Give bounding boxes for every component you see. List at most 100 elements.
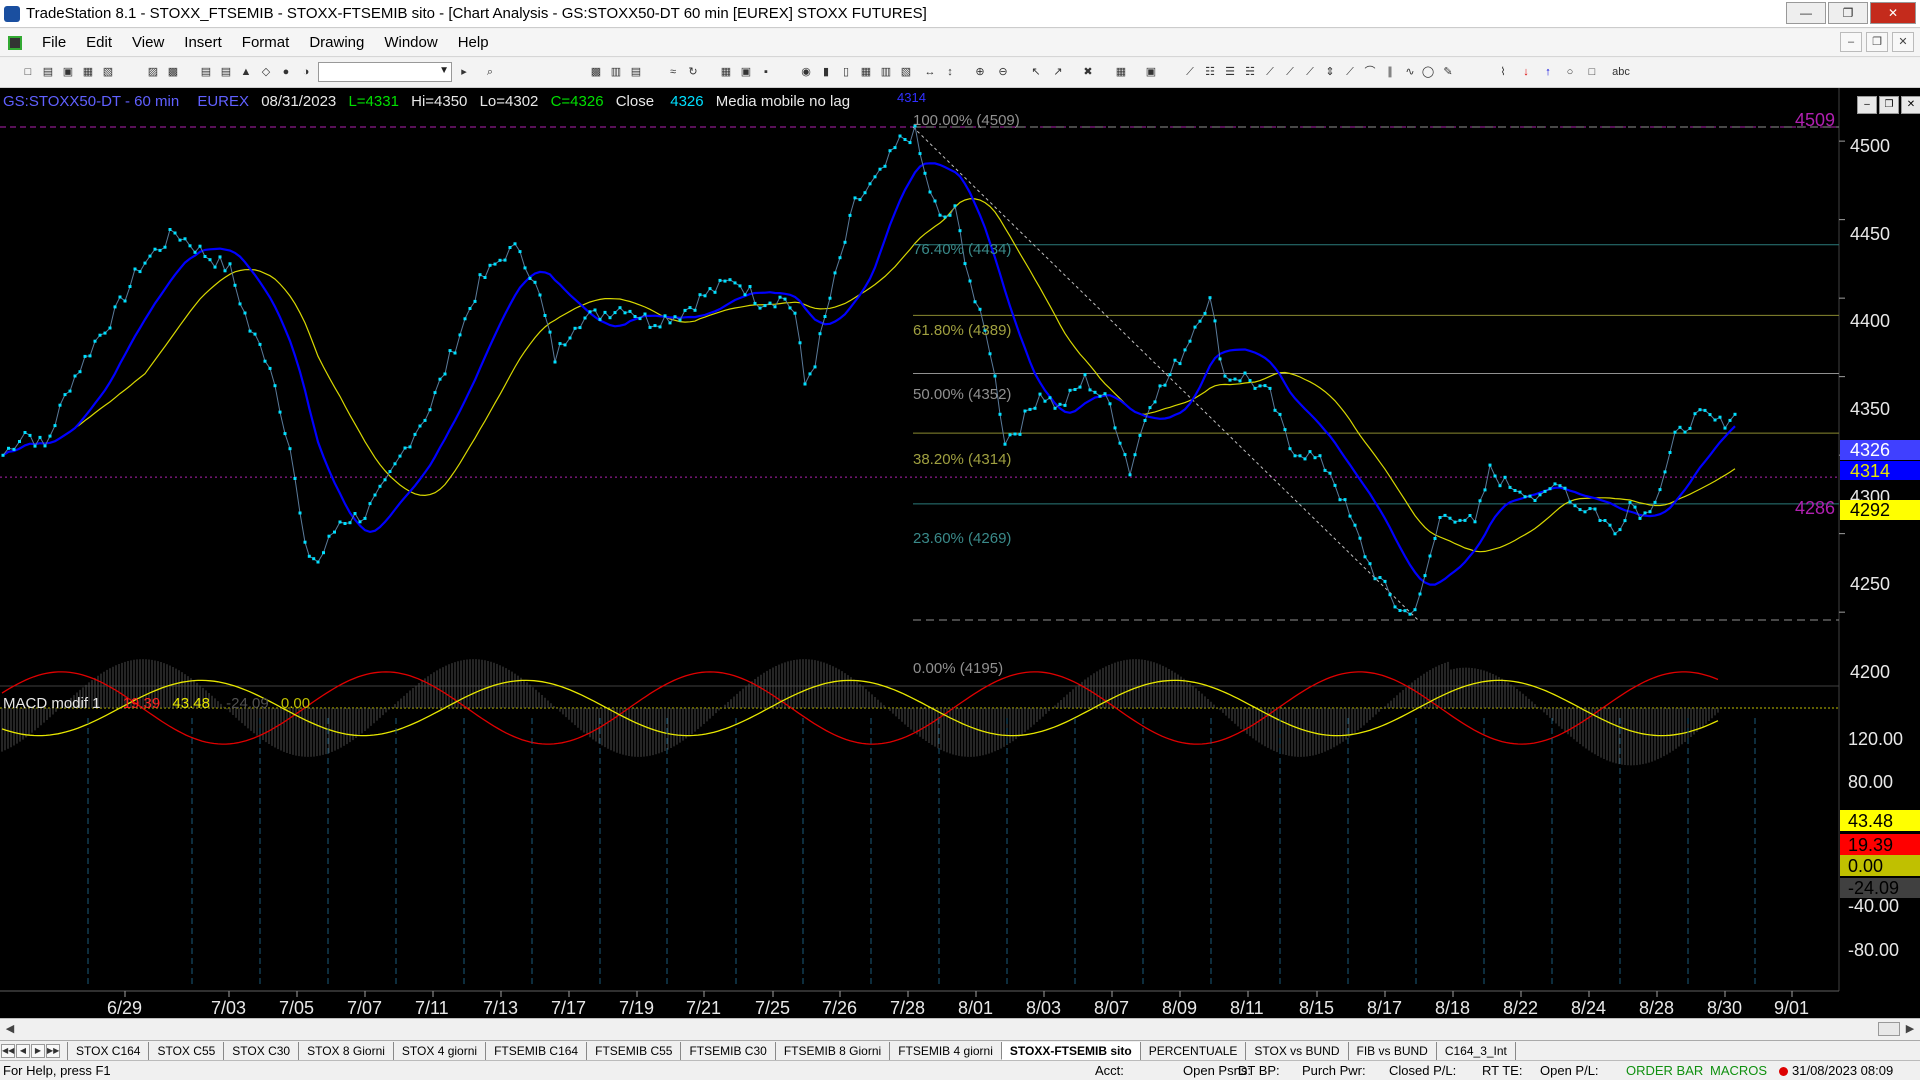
save-icon[interactable]: ▧ [100, 64, 116, 80]
open-icon[interactable]: ▤ [40, 64, 56, 80]
tab-stox-c164[interactable]: STOX C164 [67, 1041, 150, 1060]
tab-stoxx-ftsemib-sito[interactable]: STOXX-FTSEMIB sito [1000, 1041, 1141, 1060]
trend-icon[interactable]: ≈ [665, 64, 681, 80]
format-icon[interactable]: ▦ [718, 64, 734, 80]
chart-window-icon[interactable]: ▣ [738, 64, 754, 80]
menu-insert[interactable]: Insert [174, 34, 232, 51]
horizontal-lines-icon[interactable]: ☰ [1222, 64, 1238, 80]
print-icon[interactable]: ▩ [165, 64, 181, 80]
channel-icon[interactable]: ⟋ [1282, 64, 1298, 80]
scanner-icon[interactable]: ▧ [898, 64, 914, 80]
scroll-right-icon[interactable]: ▶ [1902, 1021, 1918, 1037]
chart-style-icon[interactable]: ▪ [758, 64, 774, 80]
new-workspace-icon[interactable]: ▣ [60, 64, 76, 80]
chart-close-button[interactable]: ✕ [1901, 96, 1920, 114]
menu-drawing[interactable]: Drawing [299, 34, 374, 51]
find-icon[interactable]: ⌕ [482, 64, 498, 80]
regression-icon[interactable]: ⟋ [1302, 64, 1318, 80]
tab-stox-c30[interactable]: STOX C30 [223, 1041, 300, 1060]
andrews-icon[interactable]: ⇕ [1322, 64, 1338, 80]
gann-icon[interactable]: ☷ [1202, 64, 1218, 80]
macro-icon[interactable]: ▣ [1143, 64, 1159, 80]
scroll-left-icon[interactable]: ◀ [2, 1021, 18, 1037]
chart-minimize-button[interactable]: – [1857, 96, 1877, 114]
mdi-restore-button[interactable]: ❐ [1866, 32, 1888, 52]
mdi-minimize-button[interactable]: – [1840, 32, 1862, 52]
tab-stox-vs-bund[interactable]: STOX vs BUND [1245, 1041, 1349, 1060]
tab-last-icon[interactable]: ▶▶ [46, 1043, 60, 1058]
pencil-icon[interactable]: ✎ [1440, 64, 1456, 80]
tab-stox-c55[interactable]: STOX C55 [148, 1041, 225, 1060]
refresh-icon[interactable]: ↻ [685, 64, 701, 80]
tab-ftsemib-c30[interactable]: FTSEMIB C30 [680, 1041, 776, 1060]
menu-file[interactable]: File [32, 34, 76, 51]
lock-icon[interactable]: ▲ [238, 64, 254, 80]
new-icon[interactable]: □ [20, 64, 36, 80]
window-tile-icon[interactable]: ▤ [198, 64, 214, 80]
tab-c164-3-int[interactable]: C164_3_Int [1435, 1041, 1516, 1060]
parallel-icon[interactable]: ∥ [1382, 64, 1398, 80]
menu-format[interactable]: Format [232, 34, 300, 51]
window-cascade-icon[interactable]: ▤ [218, 64, 234, 80]
cursor-data-icon[interactable]: ↗ [1050, 64, 1066, 80]
order-bar-button[interactable]: ORDER BAR [1626, 1063, 1703, 1078]
arrow-right-icon[interactable]: ▸ [456, 64, 472, 80]
tab-ftsemib-c55[interactable]: FTSEMIB C55 [586, 1041, 682, 1060]
minimize-button[interactable]: — [1786, 2, 1826, 24]
tab-first-icon[interactable]: ◀◀ [1, 1043, 15, 1058]
print-preview-icon[interactable]: ▨ [145, 64, 161, 80]
arrow-up-icon[interactable]: ↑ [1540, 64, 1556, 80]
tab-next-icon[interactable]: ▶ [31, 1043, 45, 1058]
radar-icon[interactable]: ◉ [798, 64, 814, 80]
link-icon[interactable]: ◇ [258, 64, 274, 80]
pointer-icon[interactable]: ↖ [1028, 64, 1044, 80]
chart-restore-button[interactable]: ❐ [1879, 96, 1899, 114]
symbol-combo[interactable]: ▼ [318, 62, 452, 82]
fan-icon[interactable]: ⟋ [1262, 64, 1278, 80]
strategy-icon[interactable]: ◑ [298, 64, 314, 80]
tab-prev-icon[interactable]: ◀ [16, 1043, 30, 1058]
arc-icon[interactable]: ⌒ [1362, 64, 1378, 80]
zoom-in-icon[interactable]: ⊕ [972, 64, 988, 80]
menu-edit[interactable]: Edit [76, 34, 122, 51]
bars-icon[interactable]: ▮ [818, 64, 834, 80]
arrow-down-icon[interactable]: ↓ [1518, 64, 1534, 80]
fib-icon[interactable]: ☵ [1242, 64, 1258, 80]
tab-ftsemib-c164[interactable]: FTSEMIB C164 [485, 1041, 588, 1060]
menu-help[interactable]: Help [448, 34, 499, 51]
tab-percentuale[interactable]: PERCENTUALE [1139, 1041, 1247, 1060]
circle-time-icon[interactable]: ◯ [1420, 64, 1436, 80]
alert-icon[interactable]: ▦ [1113, 64, 1129, 80]
open-workspace-icon[interactable]: ▦ [80, 64, 96, 80]
tools-icon[interactable]: ✖ [1080, 64, 1096, 80]
tab-stox-8-giorni[interactable]: STOX 8 Giorni [298, 1041, 394, 1060]
chart-canvas[interactable]: 6/29 7/03 7/05 7/07 7/11 7/13 7/17 7/19 7/21 7/25… [0, 88, 1920, 1018]
scroll-thumb[interactable] [1878, 1022, 1900, 1036]
candle-chart-icon[interactable]: ▤ [628, 64, 644, 80]
options-icon[interactable]: ▥ [878, 64, 894, 80]
bar-chart-icon[interactable]: ▩ [588, 64, 604, 80]
rectangle-icon[interactable]: □ [1584, 64, 1600, 80]
expand-icon[interactable]: ↔ [922, 64, 938, 80]
tab-fib-vs-bund[interactable]: FIB vs BUND [1347, 1041, 1437, 1060]
freehand-icon[interactable]: ∿ [1402, 64, 1418, 80]
trendline-icon[interactable]: ⟋ [1182, 64, 1198, 80]
ellipse-icon[interactable]: ○ [1562, 64, 1578, 80]
macros-button[interactable]: MACROS [1710, 1063, 1767, 1078]
mdi-close-button[interactable]: ✕ [1892, 32, 1914, 52]
line-chart-icon[interactable]: ▥ [608, 64, 624, 80]
curve-icon[interactable]: ⌇ [1495, 64, 1511, 80]
chart-analysis-window[interactable]: 6/29 7/03 7/05 7/07 7/11 7/13 7/17 7/19 7/21 7/25… [0, 88, 1920, 1026]
text-icon[interactable]: abc [1608, 64, 1634, 80]
tab-ftsemib-4-giorni[interactable]: FTSEMIB 4 giorni [889, 1041, 1002, 1060]
menu-window[interactable]: Window [374, 34, 447, 51]
matrix-icon[interactable]: ▦ [858, 64, 874, 80]
tab-stox-4-giorni[interactable]: STOX 4 giorni [392, 1041, 487, 1060]
indicator-icon[interactable]: ● [278, 64, 294, 80]
close-button[interactable]: ✕ [1870, 2, 1916, 24]
speed-lines-icon[interactable]: ⟋ [1342, 64, 1358, 80]
data-icon[interactable]: ▯ [838, 64, 854, 80]
tab-ftsemib-8-giorni[interactable]: FTSEMIB 8 Giorni [774, 1041, 891, 1060]
horizontal-scrollbar[interactable]: ◀ ▶ [0, 1018, 1920, 1038]
menu-view[interactable]: View [122, 34, 174, 51]
